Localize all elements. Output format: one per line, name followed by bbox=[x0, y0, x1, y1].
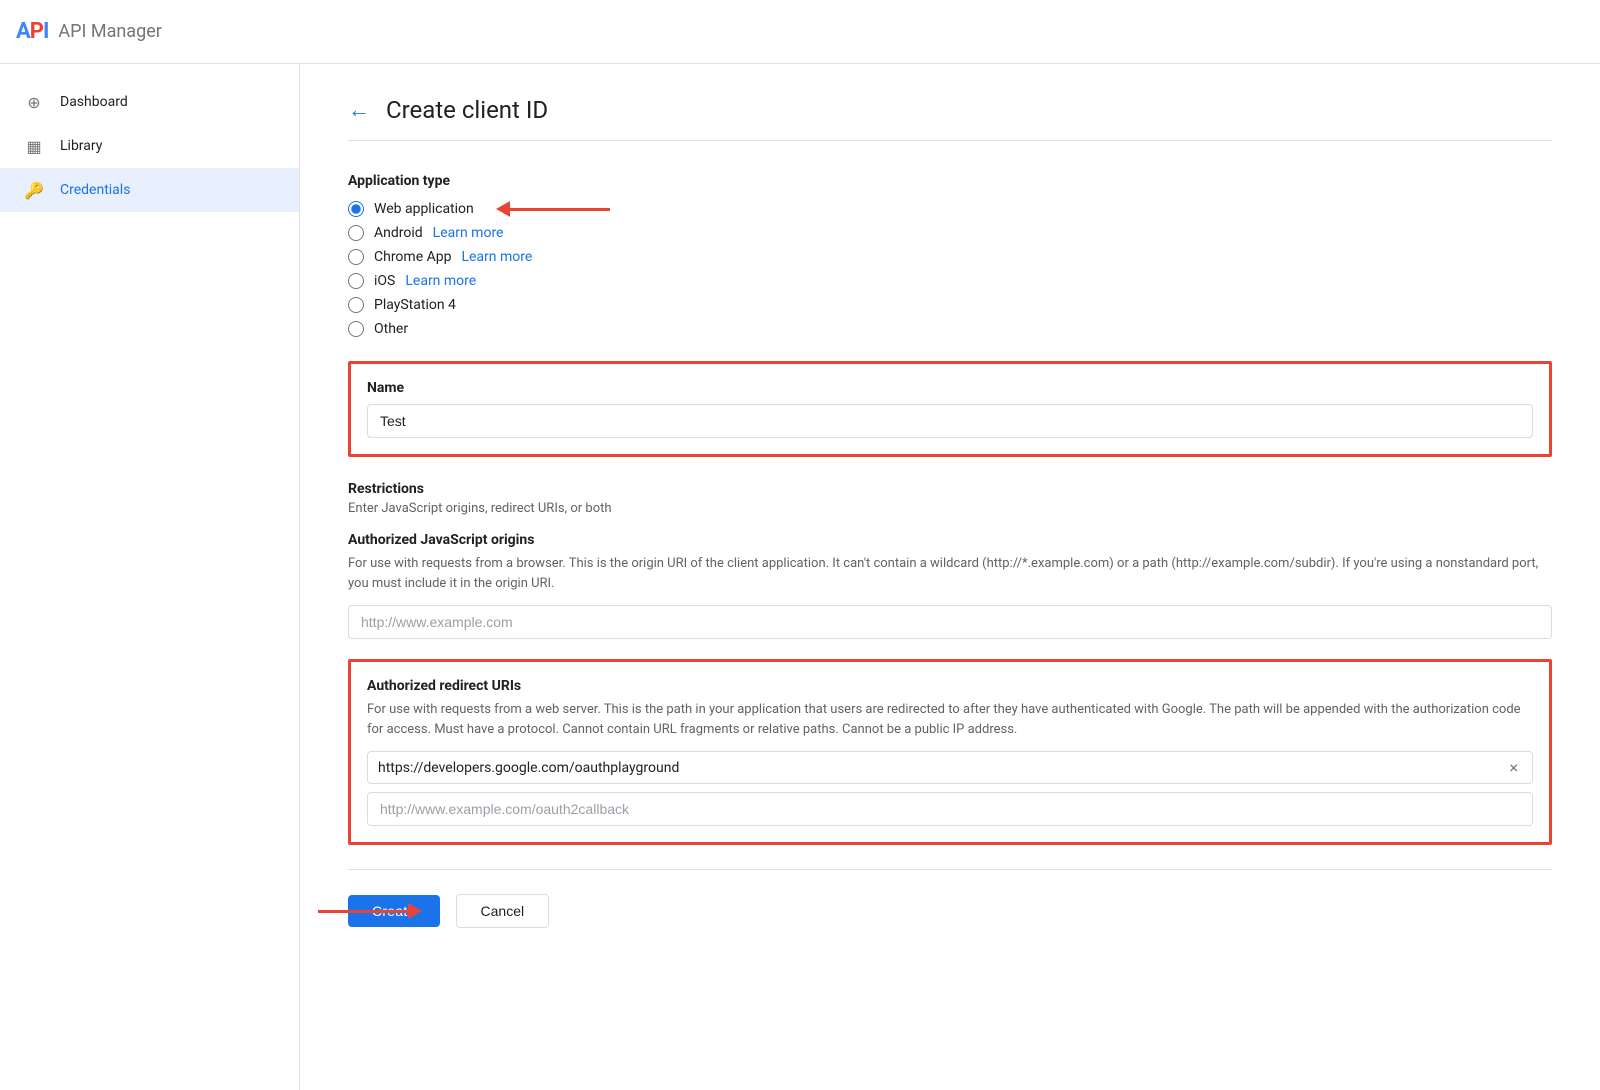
application-type-radio-group: Web application Android Learn more bbox=[348, 201, 1552, 337]
restrictions-section: Restrictions Enter JavaScript origins, r… bbox=[348, 481, 1552, 845]
radio-item-web[interactable]: Web application bbox=[348, 201, 1552, 217]
application-type-label: Application type bbox=[348, 173, 1552, 189]
radio-item-ps4[interactable]: PlayStation 4 bbox=[348, 297, 1552, 313]
back-arrow-icon: ← bbox=[348, 97, 370, 123]
radio-chrome[interactable] bbox=[348, 249, 364, 265]
create-arrow-annotation bbox=[318, 903, 422, 919]
cancel-button[interactable]: Cancel bbox=[456, 894, 550, 928]
library-icon: ▦ bbox=[24, 136, 44, 156]
sidebar-label-dashboard: Dashboard bbox=[60, 94, 128, 110]
main-layout: ⊕ Dashboard ▦ Library 🔑 Credentials ← Cr… bbox=[0, 64, 1600, 1090]
back-button[interactable]: ← bbox=[348, 97, 370, 123]
sidebar-item-dashboard[interactable]: ⊕ Dashboard bbox=[0, 80, 299, 124]
page-header: ← Create client ID bbox=[348, 96, 1552, 141]
redirect-uri-chip: https://developers.google.com/oauthplayg… bbox=[367, 751, 1533, 784]
radio-web[interactable] bbox=[348, 201, 364, 217]
sidebar: ⊕ Dashboard ▦ Library 🔑 Credentials bbox=[0, 64, 300, 1090]
radio-ios[interactable] bbox=[348, 273, 364, 289]
js-origins-desc: For use with requests from a browser. Th… bbox=[348, 554, 1552, 593]
android-learn-more-link[interactable]: Learn more bbox=[433, 225, 504, 241]
radio-label-chrome[interactable]: Chrome App bbox=[374, 249, 451, 265]
sidebar-label-library: Library bbox=[60, 138, 102, 154]
radio-item-ios[interactable]: iOS Learn more bbox=[348, 273, 1552, 289]
radio-label-ios[interactable]: iOS bbox=[374, 273, 395, 289]
name-highlight-box: Name bbox=[348, 361, 1552, 457]
radio-item-android[interactable]: Android Learn more bbox=[348, 225, 1552, 241]
sidebar-label-credentials: Credentials bbox=[60, 182, 130, 198]
redirect-uris-title: Authorized redirect URIs bbox=[367, 678, 1533, 694]
radio-other[interactable] bbox=[348, 321, 364, 337]
action-area: Create Cancel bbox=[348, 869, 1552, 952]
js-origins-subsection: Authorized JavaScript origins For use wi… bbox=[348, 532, 1552, 639]
app-name: API Manager bbox=[58, 21, 161, 42]
js-origins-input[interactable] bbox=[348, 605, 1552, 639]
radio-item-chrome[interactable]: Chrome App Learn more bbox=[348, 249, 1552, 265]
redirect-uri-close-icon[interactable]: × bbox=[1505, 758, 1522, 777]
header: API API Manager bbox=[0, 0, 1600, 64]
app-logo: API API Manager bbox=[16, 19, 162, 44]
redirect-uris-highlight-box: Authorized redirect URIs For use with re… bbox=[348, 659, 1552, 845]
radio-android[interactable] bbox=[348, 225, 364, 241]
name-field-label: Name bbox=[367, 380, 1533, 396]
arrow-line bbox=[510, 208, 610, 211]
dashboard-icon: ⊕ bbox=[24, 92, 44, 112]
radio-label-other[interactable]: Other bbox=[374, 321, 408, 337]
page-title: Create client ID bbox=[386, 96, 548, 124]
sidebar-item-library[interactable]: ▦ Library bbox=[0, 124, 299, 168]
application-type-section: Application type Web application bbox=[348, 173, 1552, 337]
api-logo-text: API bbox=[16, 19, 48, 44]
js-origins-title: Authorized JavaScript origins bbox=[348, 532, 1552, 548]
radio-label-ps4[interactable]: PlayStation 4 bbox=[374, 297, 456, 313]
redirect-uris-desc: For use with requests from a web server.… bbox=[367, 700, 1533, 739]
radio-item-other[interactable]: Other bbox=[348, 321, 1552, 337]
redirect-uri-input[interactable] bbox=[367, 792, 1533, 826]
arrow-head bbox=[496, 201, 510, 217]
radio-label-web[interactable]: Web application bbox=[374, 201, 474, 217]
ios-learn-more-link[interactable]: Learn more bbox=[405, 273, 476, 289]
restrictions-title: Restrictions bbox=[348, 481, 1552, 497]
arrow-line-create bbox=[318, 910, 408, 913]
radio-ps4[interactable] bbox=[348, 297, 364, 313]
credentials-icon: 🔑 bbox=[24, 180, 44, 200]
chrome-learn-more-link[interactable]: Learn more bbox=[461, 249, 532, 265]
main-content: ← Create client ID Application type Web … bbox=[300, 64, 1600, 1090]
web-app-arrow bbox=[496, 201, 610, 217]
restrictions-subtitle: Enter JavaScript origins, redirect URIs,… bbox=[348, 501, 1552, 516]
arrow-head-create bbox=[408, 903, 422, 919]
name-input[interactable] bbox=[367, 404, 1533, 438]
radio-label-android[interactable]: Android bbox=[374, 225, 423, 241]
sidebar-item-credentials[interactable]: 🔑 Credentials bbox=[0, 168, 299, 212]
redirect-uri-value: https://developers.google.com/oauthplayg… bbox=[378, 760, 1505, 776]
